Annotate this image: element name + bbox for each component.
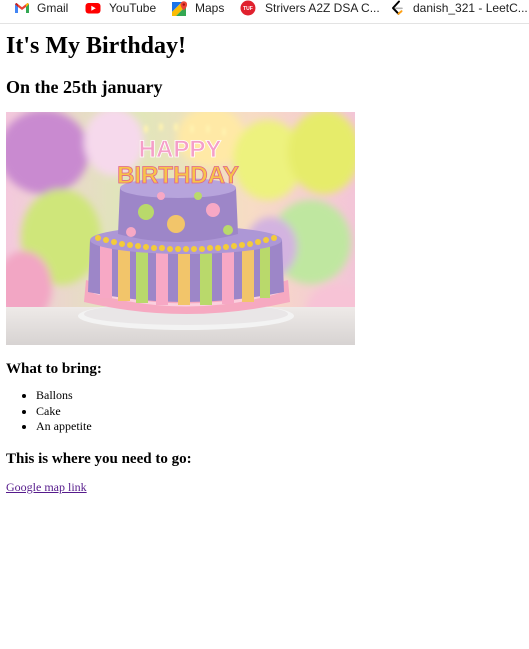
bookmark-maps[interactable]: Maps bbox=[171, 0, 227, 17]
where-to-go-heading: This is where you need to go: bbox=[6, 451, 192, 467]
birthday-cake-image: HAPPY BIRTHDAY bbox=[6, 112, 355, 345]
list-item: An appetite bbox=[36, 419, 92, 435]
bookmark-leetcode[interactable]: danish_321 - LeetC... bbox=[389, 0, 529, 17]
bookmark-label-maps: Maps bbox=[195, 1, 225, 15]
leetcode-icon bbox=[392, 0, 403, 15]
page-title: It's My Birthday! bbox=[6, 33, 186, 59]
gmail-icon bbox=[15, 3, 29, 13]
youtube-icon bbox=[85, 3, 101, 14]
candle-text-birthday: BIRTHDAY bbox=[117, 162, 239, 189]
bookmark-gmail[interactable]: Gmail bbox=[14, 0, 74, 17]
bookmarks-bar: Gmail YouTube Maps TUF Strivers A2Z DSA … bbox=[0, 0, 529, 24]
page-subtitle: On the 25th january bbox=[6, 77, 163, 97]
bookmark-strivers[interactable]: TUF Strivers A2Z DSA C... bbox=[240, 0, 380, 17]
bookmark-youtube[interactable]: YouTube bbox=[84, 0, 158, 17]
google-map-link[interactable]: Google map link bbox=[6, 480, 87, 495]
bookmark-label-gmail: Gmail bbox=[37, 1, 69, 15]
bookmark-label-strivers: Strivers A2Z DSA C... bbox=[265, 1, 380, 15]
svg-text:TUF: TUF bbox=[243, 6, 253, 12]
list-item: Cake bbox=[36, 404, 92, 420]
maps-icon bbox=[172, 1, 187, 16]
bookmark-label-youtube: YouTube bbox=[109, 1, 157, 15]
what-to-bring-heading: What to bring: bbox=[6, 361, 102, 377]
list-item: Ballons bbox=[36, 388, 92, 404]
takeuforward-icon: TUF bbox=[240, 0, 256, 16]
bring-list: Ballons Cake An appetite bbox=[6, 388, 92, 435]
bookmark-label-leetcode: danish_321 - LeetC... bbox=[413, 1, 528, 15]
candle-text-happy: HAPPY bbox=[139, 136, 222, 163]
